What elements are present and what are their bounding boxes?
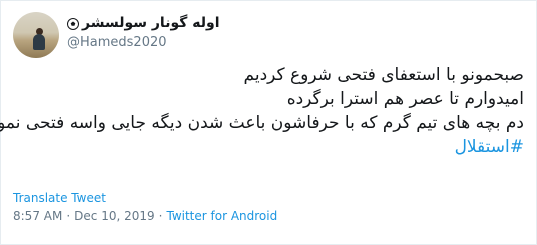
tweet-line-3: دم بچه های تیم گرم که با حرفاشون باعث شد… [0, 113, 524, 133]
avatar-figure [33, 34, 45, 50]
tweet-line-1: صبحمونو با استعفای فتحی شروع کردیم [243, 65, 524, 85]
translate-tweet-link[interactable]: Translate Tweet [13, 191, 106, 205]
soccer-ball-icon [67, 17, 79, 30]
tweet-line-2: امیدوارم تا عصر هم استرا برگرده [286, 89, 524, 109]
user-handle[interactable]: @Hameds2020 [67, 34, 220, 52]
tweet-card: اوله گونار سولسشر @Hameds2020 صبحمونو با… [0, 0, 537, 245]
hashtag-link[interactable]: #استقلال [455, 137, 524, 157]
avatar[interactable] [13, 12, 59, 58]
tweet-meta: 8:57 AM · Dec 10, 2019 · Twitter for And… [13, 209, 277, 223]
tweet-date[interactable]: Dec 10, 2019 [74, 209, 154, 223]
tweet-time[interactable]: 8:57 AM [13, 209, 62, 223]
display-name-row[interactable]: اوله گونار سولسشر [67, 14, 220, 32]
display-name: اوله گونار سولسشر [82, 15, 220, 31]
meta-separator: · [158, 209, 163, 223]
user-names: اوله گونار سولسشر @Hameds2020 [67, 14, 220, 52]
tweet-client-link[interactable]: Twitter for Android [166, 209, 277, 223]
meta-separator: · [66, 209, 71, 223]
tweet-text: صبحمونو با استعفای فتحی شروع کردیم امیدو… [0, 63, 524, 159]
